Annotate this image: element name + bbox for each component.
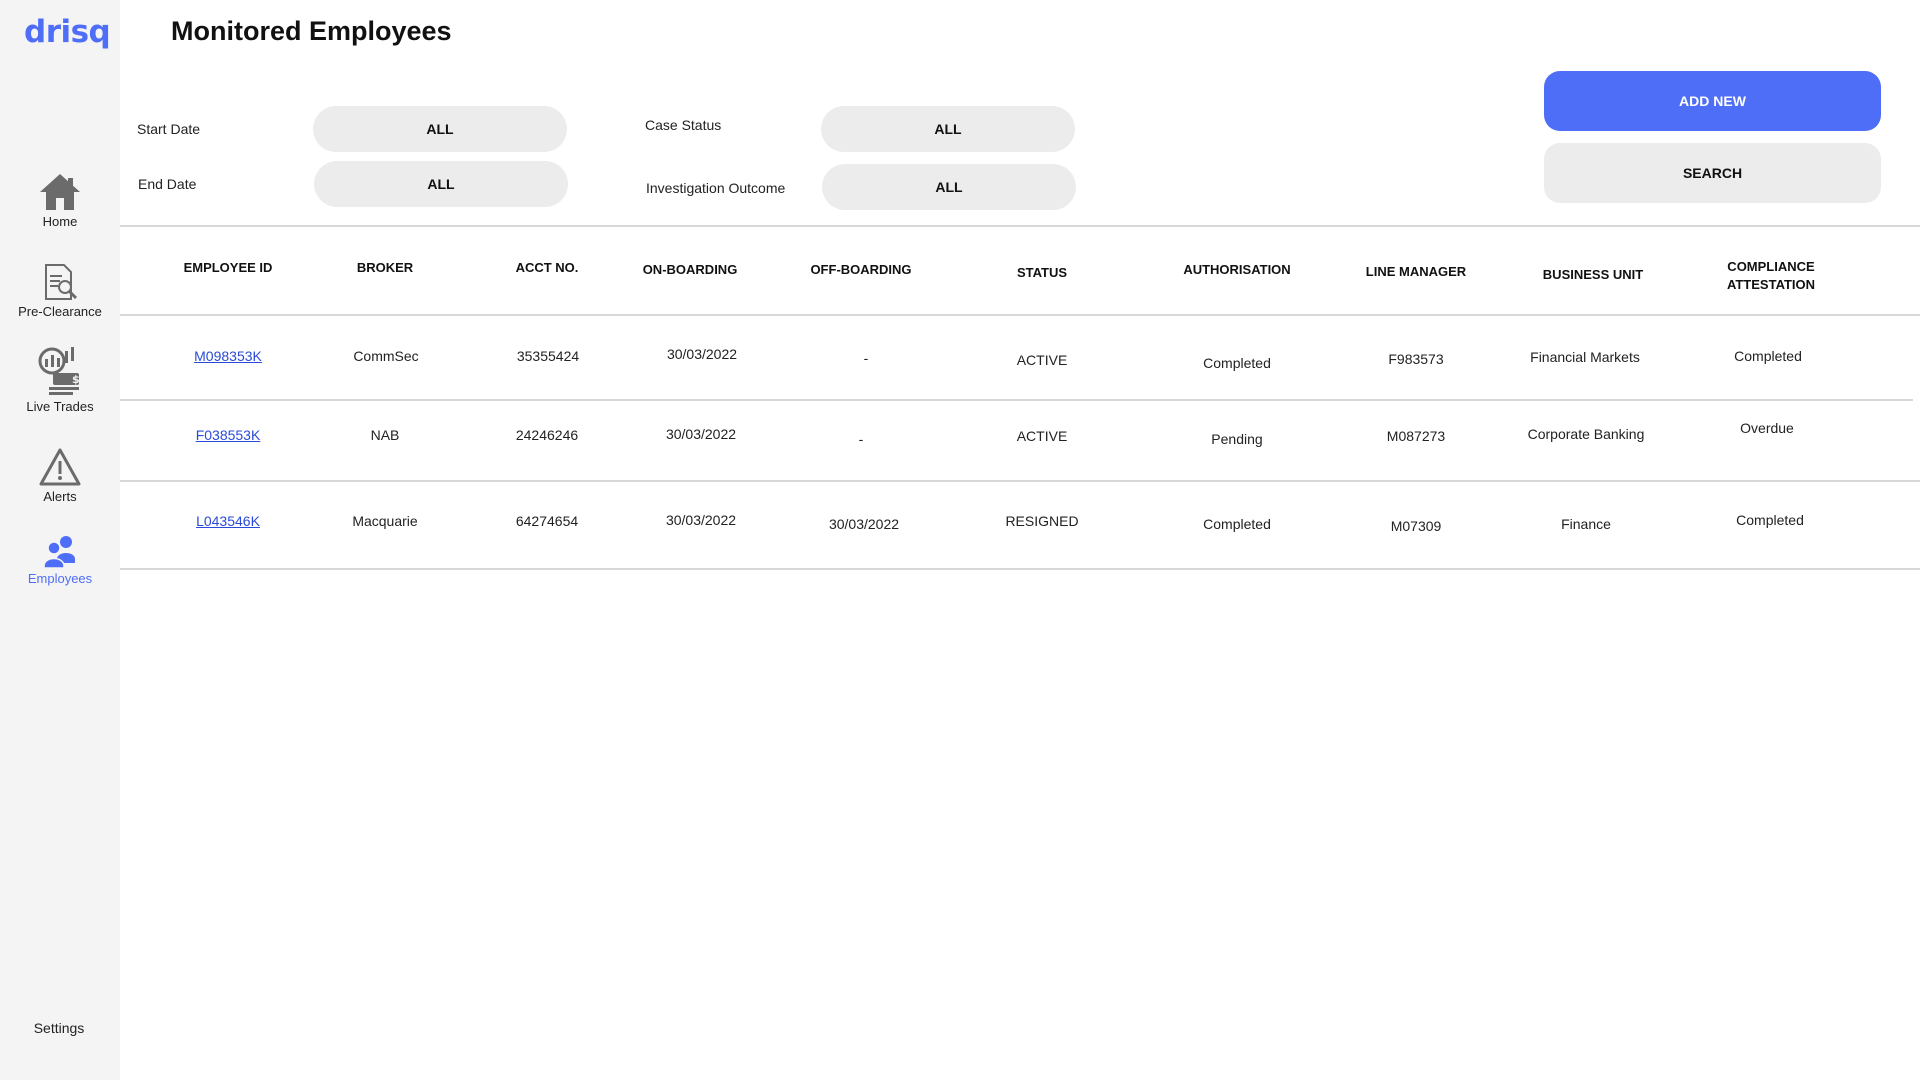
line-manager-cell: M087273	[1386, 428, 1446, 444]
end-date-label: End Date	[138, 176, 197, 192]
live-trades-icon: $	[38, 347, 80, 395]
home-icon	[40, 174, 80, 210]
sidebar-item-label: Live Trades	[26, 399, 94, 414]
acct-no-cell: 64274654	[515, 513, 579, 529]
off-boarding-cell: -	[863, 350, 869, 366]
column-header-status: STATUS	[1016, 265, 1068, 280]
compliance-cell: Overdue	[1740, 420, 1794, 436]
status-cell: ACTIVE	[1016, 428, 1068, 444]
column-header-on-boarding: ON-BOARDING	[642, 262, 738, 277]
column-header-business-unit: BUSINESS UNIT	[1542, 267, 1644, 282]
row-divider	[120, 399, 1913, 401]
sidebar-item-label: Pre-Clearance	[18, 304, 102, 319]
sidebar-item-pre-clearance[interactable]: Pre-Clearance	[0, 262, 120, 319]
off-boarding-cell: -	[858, 431, 864, 447]
column-header-line: ATTESTATION	[1726, 277, 1816, 292]
broker-cell: NAB	[370, 427, 400, 443]
authorisation-cell: Completed	[1203, 355, 1271, 371]
employee-id-cell: L043546K	[196, 513, 260, 529]
sidebar-item-settings[interactable]: Settings	[0, 1020, 118, 1036]
sidebar-item-alerts[interactable]: Alerts	[0, 447, 120, 504]
employee-id-link[interactable]: M098353K	[194, 348, 262, 364]
sidebar-item-employees[interactable]: Employees	[0, 533, 120, 586]
sidebar-item-label: Employees	[27, 571, 93, 586]
employee-id-cell: M098353K	[194, 348, 262, 364]
end-date-select[interactable]: ALL	[314, 161, 568, 207]
column-header-employee-id: EMPLOYEE ID	[183, 260, 273, 275]
app-logo: drisq	[24, 14, 111, 50]
column-header-compliance-attestation: COMPLIANCE ATTESTATION	[1727, 258, 1815, 294]
case-status-select[interactable]: ALL	[821, 106, 1075, 152]
off-boarding-cell: 30/03/2022	[828, 516, 900, 532]
broker-cell: CommSec	[353, 348, 419, 364]
acct-no-cell: 24246246	[515, 427, 579, 443]
table-top-divider	[120, 225, 1920, 227]
sidebar-item-home[interactable]: Home	[0, 172, 120, 229]
add-new-button[interactable]: ADD NEW	[1544, 71, 1881, 131]
investigation-outcome-select[interactable]: ALL	[822, 164, 1076, 210]
line-manager-cell: F983573	[1388, 351, 1444, 367]
page-title: Monitored Employees	[171, 16, 452, 46]
sidebar-item-label: Home	[42, 214, 78, 229]
acct-no-cell: 35355424	[516, 348, 580, 364]
row-divider	[120, 480, 1920, 482]
start-date-label: Start Date	[137, 121, 201, 137]
status-cell: RESIGNED	[1005, 513, 1079, 529]
column-header-line-manager: LINE MANAGER	[1365, 264, 1467, 279]
table-bottom-divider	[120, 568, 1920, 570]
status-cell: ACTIVE	[1016, 352, 1068, 368]
column-header-line: COMPLIANCE	[1727, 259, 1815, 274]
sidebar-item-live-trades[interactable]: $ Live Trades	[0, 345, 120, 414]
on-boarding-cell: 30/03/2022	[666, 346, 738, 362]
compliance-cell: Completed	[1734, 348, 1802, 364]
warning-icon	[39, 448, 81, 486]
sidebar-item-label: Alerts	[43, 489, 77, 504]
broker-cell: Macquarie	[352, 513, 418, 529]
case-status-label: Case Status	[645, 117, 722, 133]
column-header-broker: BROKER	[356, 260, 414, 275]
document-search-icon	[45, 264, 78, 300]
start-date-select[interactable]: ALL	[313, 106, 567, 152]
business-unit-cell: Finance	[1561, 516, 1611, 532]
column-header-acct-no: ACCT NO.	[515, 260, 579, 275]
employee-id-link[interactable]: F038553K	[196, 427, 261, 443]
investigation-outcome-label: Investigation Outcome	[646, 180, 786, 196]
column-header-authorisation: AUTHORISATION	[1183, 262, 1291, 277]
users-icon	[43, 536, 75, 569]
sidebar: drisq Home Pre-Clearance $ Live Trades A…	[0, 0, 120, 1080]
line-manager-cell: M07309	[1390, 518, 1442, 534]
employee-id-link[interactable]: L043546K	[196, 513, 260, 529]
svg-text:$: $	[72, 373, 80, 386]
authorisation-cell: Completed	[1203, 516, 1271, 532]
header-divider	[120, 314, 1920, 316]
business-unit-cell: Corporate Banking	[1527, 426, 1645, 442]
search-button[interactable]: SEARCH	[1544, 143, 1881, 203]
compliance-cell: Completed	[1736, 512, 1804, 528]
employee-id-cell: F038553K	[196, 427, 261, 443]
column-header-off-boarding: OFF-BOARDING	[810, 262, 912, 277]
business-unit-cell: Financial Markets	[1530, 349, 1640, 365]
on-boarding-cell: 30/03/2022	[665, 512, 737, 528]
authorisation-cell: Pending	[1211, 431, 1263, 447]
on-boarding-cell: 30/03/2022	[665, 426, 737, 442]
